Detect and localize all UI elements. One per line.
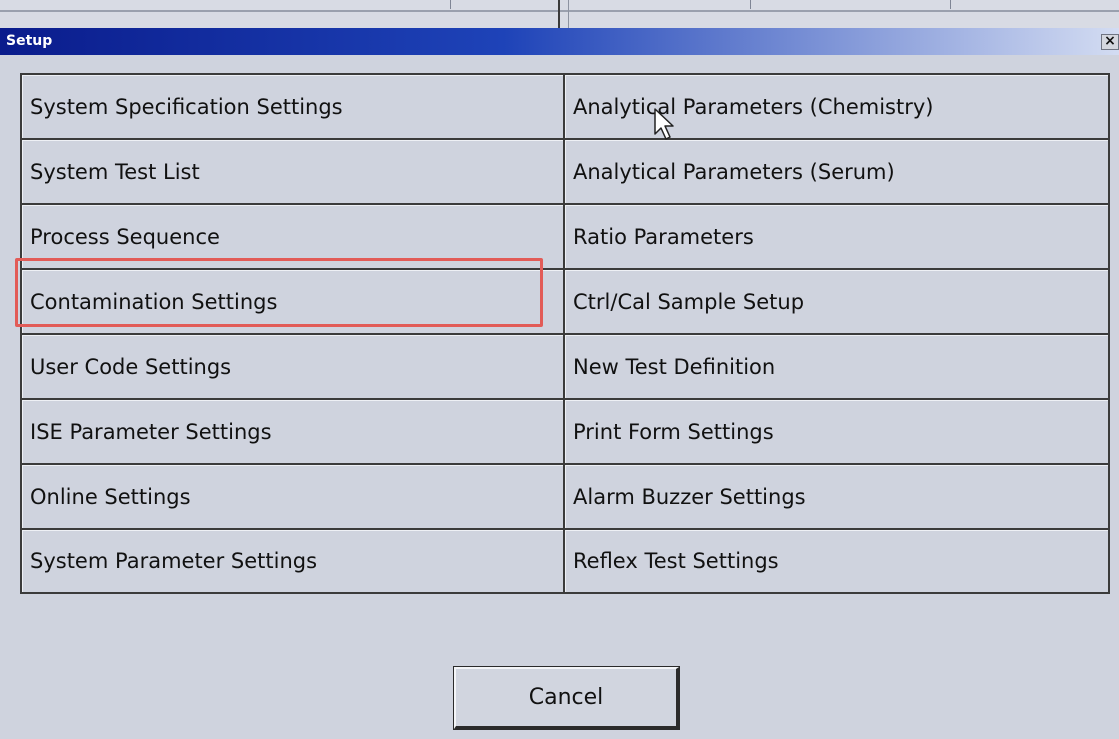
menu-item-analytical-parameters-chemistry[interactable]: Analytical Parameters (Chemistry) [565,75,1110,140]
menu-item-contamination-settings[interactable]: Contamination Settings [22,270,565,335]
parent-tab-segment [580,0,751,9]
parent-window-strip [0,0,1119,28]
setup-dialog: System Specification Settings System Tes… [0,55,1119,739]
menu-item-reflex-test-settings[interactable]: Reflex Test Settings [565,530,1110,594]
menu-item-process-sequence[interactable]: Process Sequence [22,205,565,270]
menu-item-user-code-settings[interactable]: User Code Settings [22,335,565,400]
cancel-button[interactable]: Cancel [453,666,680,730]
menu-item-ratio-parameters[interactable]: Ratio Parameters [565,205,1110,270]
menu-item-system-parameter-settings[interactable]: System Parameter Settings [22,530,565,594]
dialog-title: Setup [6,33,53,49]
setup-menu-grid: System Specification Settings System Tes… [20,73,1110,594]
parent-divider [568,0,569,28]
parent-tab-segment [760,0,951,9]
menu-item-online-settings[interactable]: Online Settings [22,465,565,530]
parent-tab-segment [0,0,451,9]
menu-item-new-test-definition[interactable]: New Test Definition [565,335,1110,400]
menu-item-print-form-settings[interactable]: Print Form Settings [565,400,1110,465]
menu-item-system-test-list[interactable]: System Test List [22,140,565,205]
menu-item-ise-parameter-settings[interactable]: ISE Parameter Settings [22,400,565,465]
menu-item-ctrl-cal-sample-setup[interactable]: Ctrl/Cal Sample Setup [565,270,1110,335]
menu-item-analytical-parameters-serum[interactable]: Analytical Parameters (Serum) [565,140,1110,205]
close-icon[interactable]: × [1101,34,1119,50]
dialog-titlebar[interactable]: Setup × [0,28,1119,55]
menu-item-alarm-buzzer-settings[interactable]: Alarm Buzzer Settings [565,465,1110,530]
menu-item-system-specification-settings[interactable]: System Specification Settings [22,75,565,140]
arrow-cursor-icon [654,108,676,146]
parent-divider [558,0,560,28]
